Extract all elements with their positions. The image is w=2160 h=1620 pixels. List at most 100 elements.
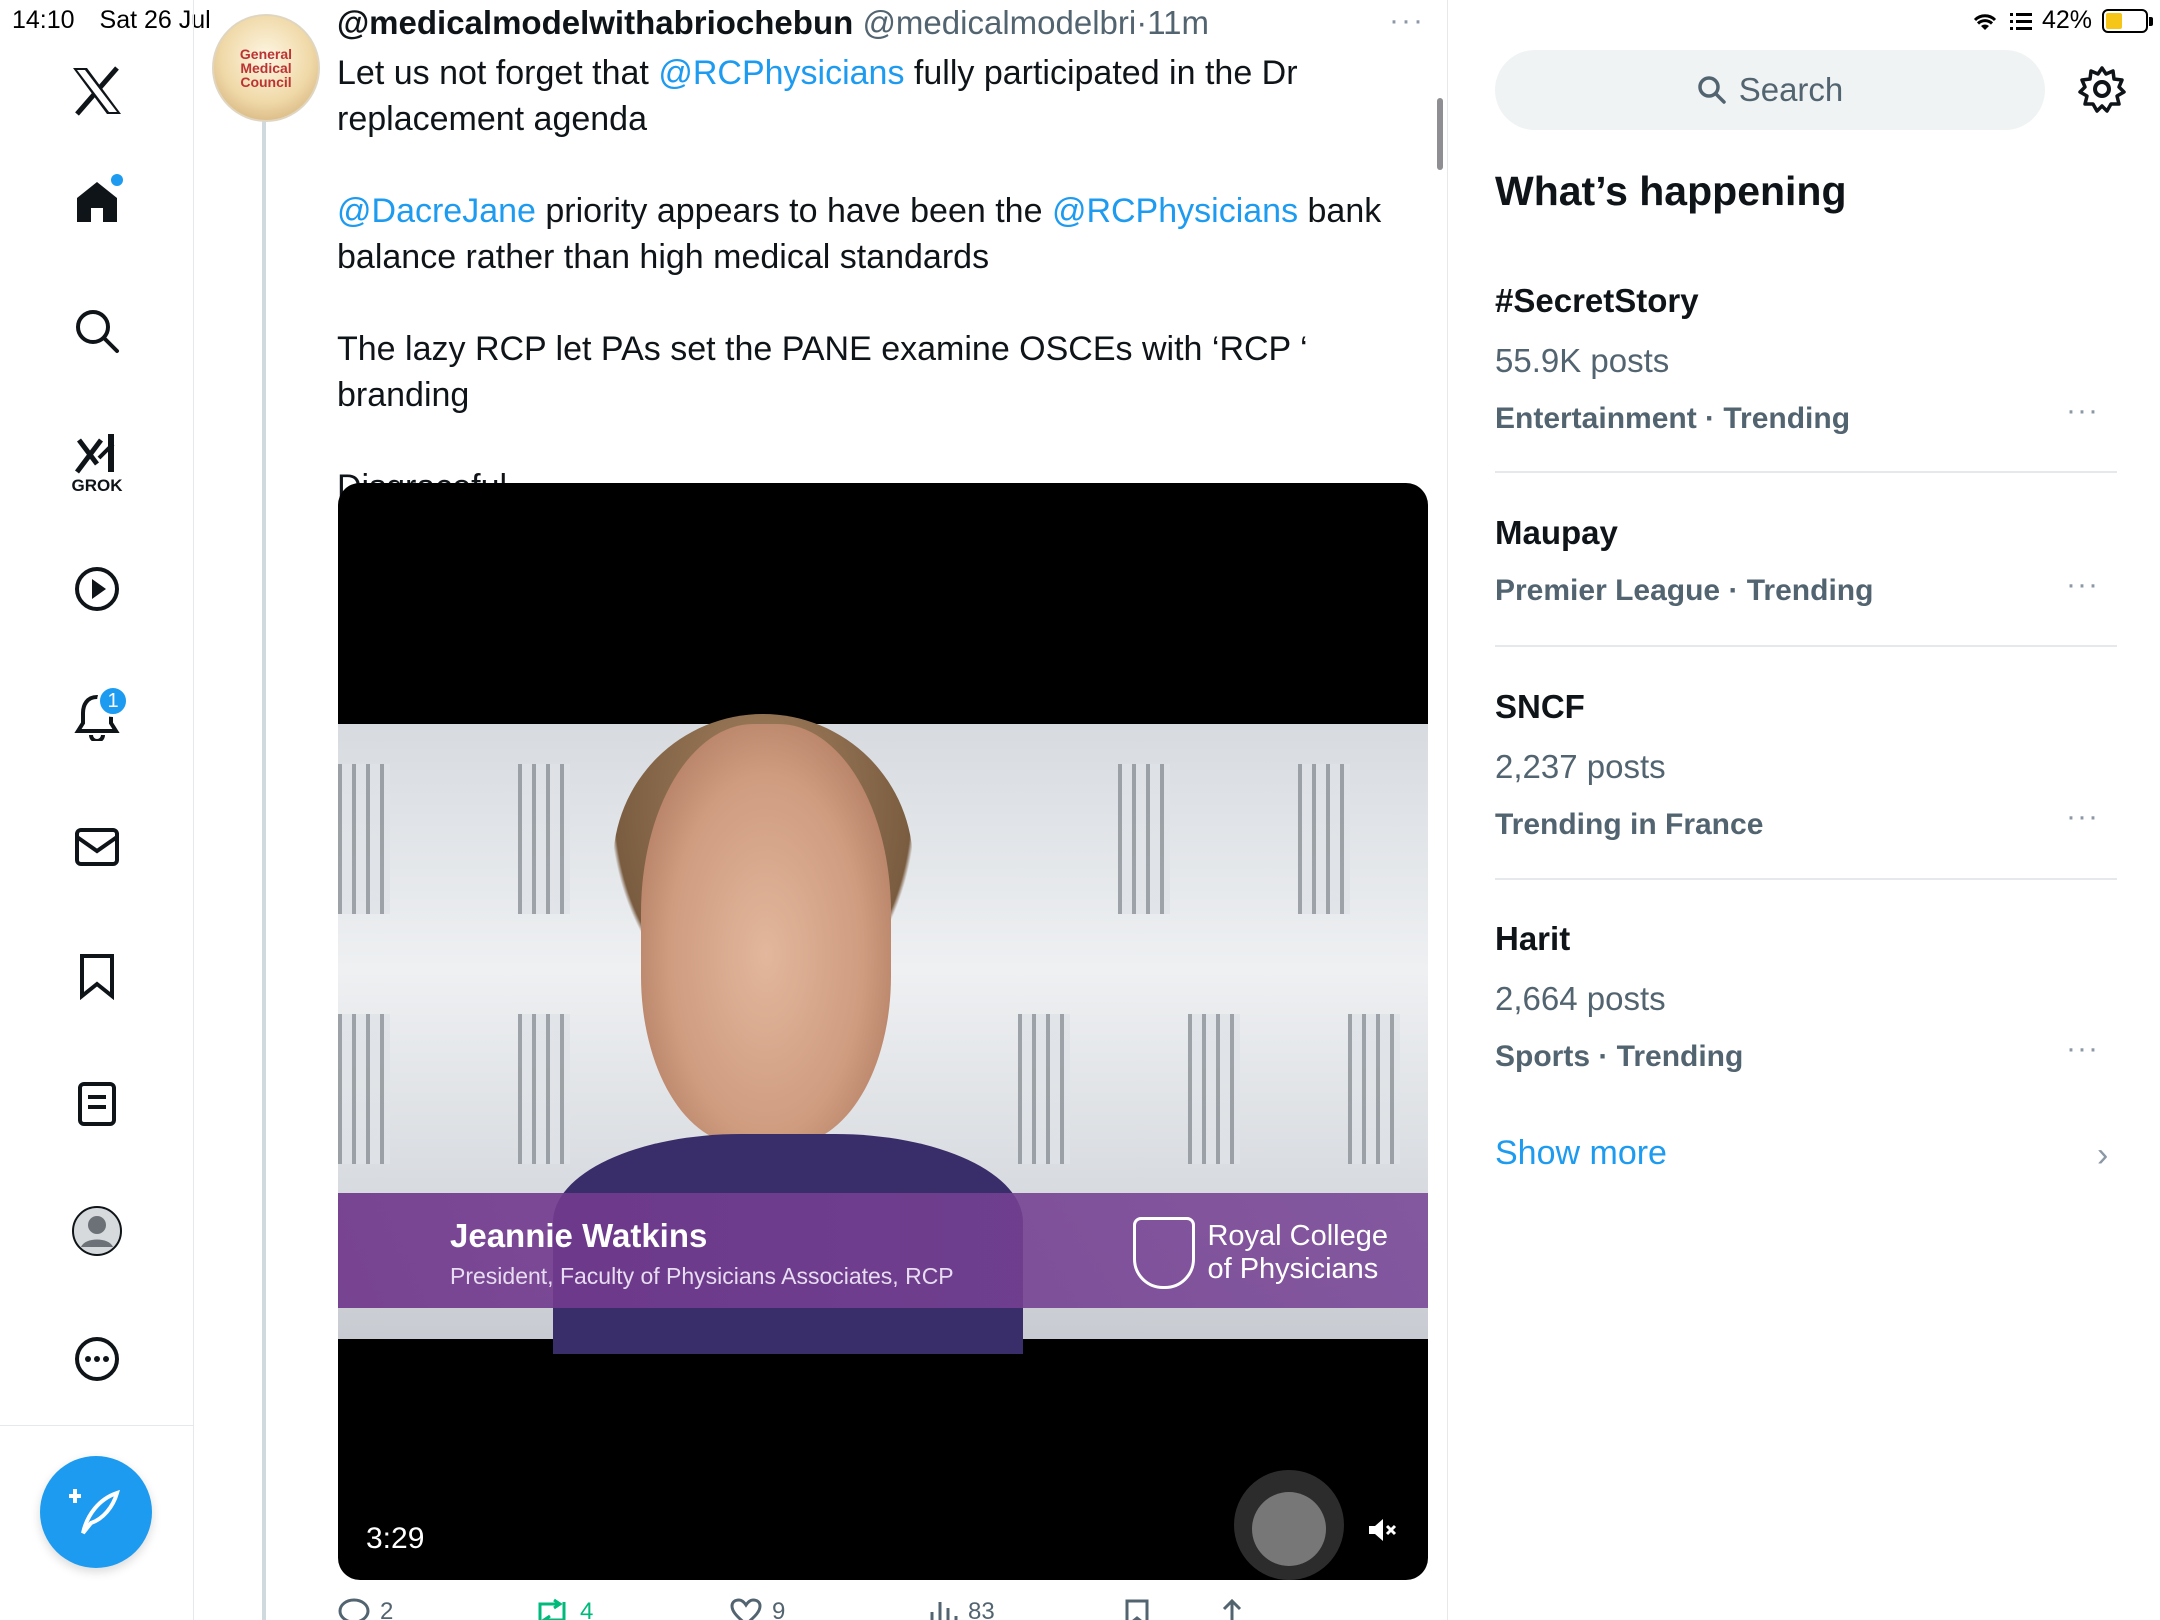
tweet-column: General Medical Council @medicalmodelwit… [195,0,1448,1620]
grok-label: GROK [71,476,123,495]
tweet-time[interactable]: 11m [1147,4,1209,41]
speaker-name: Jeannie Watkins [450,1217,708,1254]
trend-name: SNCF [1495,688,1585,725]
trend-more-button[interactable]: ··· [2066,1032,2099,1066]
tweet-paragraph: @DacreJane priority appears to have been… [337,188,1437,280]
repost-button[interactable]: 4 [534,1598,593,1620]
tweet-header: @medicalmodelwithabriochebun @medicalmod… [337,4,1209,42]
avatar-text: General Medical Council [239,46,293,90]
trend-item[interactable]: SNCF 2,237 posts Trending in France ··· [1495,688,2117,842]
text-span: Let us not forget that [337,54,659,92]
speaker-role: President, Faculty of Physicians Associa… [450,1263,954,1289]
tweet-paragraph: The lazy RCP let PAs set the PANE examin… [337,330,1308,414]
crest-icon [1133,1217,1196,1289]
like-button[interactable]: 9 [730,1598,785,1620]
mention-link[interactable]: @RCPhysicians [658,54,904,92]
search-input[interactable]: Search [1495,50,2045,130]
speaker-muted-icon [1369,1519,1397,1541]
tweet-actions: 2 4 9 83 [338,1598,1338,1620]
tweet-more-button[interactable]: ··· [1389,4,1425,38]
text-span: priority appears to have been the [535,192,1052,230]
lists-icon[interactable] [61,1068,133,1140]
scrollbar[interactable] [1437,98,1443,170]
building-window [338,1014,390,1164]
trend-category: Premier League · Trending [1495,574,1874,607]
like-count: 9 [772,1598,786,1620]
logo-line-2: of Physicians [1207,1253,1379,1285]
trend-more-button[interactable]: ··· [2066,394,2099,428]
mention-link[interactable]: @DacreJane [337,192,536,230]
trend-item[interactable]: #SecretStory 55.9K posts Entertainment ·… [1495,282,2117,436]
building-window [1018,1014,1070,1164]
logo-line-1: Royal College [1207,1220,1388,1252]
share-icon [1222,1598,1242,1620]
settings-button[interactable] [2077,64,2127,114]
more-circle-icon[interactable] [61,1323,133,1395]
bookmark-action-button[interactable] [1124,1598,1150,1620]
notification-badge: 1 [97,685,129,717]
separator: · [1136,4,1148,41]
trend-more-button[interactable]: ··· [2066,568,2099,602]
avatar[interactable]: General Medical Council [212,14,320,122]
reply-icon [338,1598,370,1620]
video-player[interactable]: Jeannie Watkins President, Faculty of Ph… [338,483,1428,1580]
share-button[interactable] [1218,1598,1246,1620]
search-placeholder: Search [1738,71,1844,108]
search-icon [1697,76,1726,104]
gear-icon [2078,66,2126,113]
bookmark-icon[interactable] [61,940,133,1012]
views-icon [930,1602,958,1620]
trend-more-button[interactable]: ··· [2066,800,2099,834]
chevron-right-icon[interactable]: › [2097,1136,2108,1175]
repost-count: 4 [580,1598,594,1620]
rcp-logo: Royal College of Physicians [1133,1217,1388,1289]
video-frame: Jeannie Watkins President, Faculty of Ph… [338,714,1428,1354]
reply-button[interactable]: 2 [338,1598,393,1620]
views-button[interactable]: 83 [928,1598,995,1620]
bell-icon[interactable]: 1 [61,681,133,753]
face [641,724,891,1144]
trend-divider [1495,645,2117,647]
trend-posts: 2,237 posts [1495,748,1666,785]
tweet-body: Let us not forget that @RCPhysicians ful… [337,50,1437,556]
right-sidebar: Search What’s happening #SecretStory 55.… [1449,0,2160,1620]
trend-name: #SecretStory [1495,282,1699,319]
trend-item[interactable]: Maupay Premier League · Trending ··· [1495,514,2117,608]
building-window [1348,1014,1400,1164]
user-handle[interactable]: @medicalmodelbri [862,4,1136,41]
display-name[interactable]: @medicalmodelwithabriochebun [337,4,853,41]
profile-icon[interactable] [61,1195,133,1267]
trend-item[interactable]: Harit 2,664 posts Sports · Trending ··· [1495,920,2117,1074]
repost-icon [538,1598,566,1620]
search-nav-icon[interactable] [61,295,133,367]
grok-icon[interactable]: GROK [61,424,133,500]
mail-icon[interactable] [61,811,133,883]
home-notification-dot [111,174,123,186]
thread-line [262,118,266,1620]
scrub-knob[interactable] [1252,1492,1326,1566]
mention-link[interactable]: @RCPhysicians [1052,192,1298,230]
trend-category: Trending in France [1495,808,1764,841]
trend-divider [1495,471,2117,473]
show-more-link[interactable]: Show more [1495,1134,1667,1173]
trend-name: Harit [1495,920,1571,957]
left-nav: GROK 1 [0,0,194,1620]
x-logo-icon[interactable] [61,55,133,127]
trend-posts: 2,664 posts [1495,980,1666,1017]
trend-posts: 55.9K posts [1495,342,1670,379]
video-play-icon[interactable] [61,553,133,625]
home-icon[interactable] [61,166,133,238]
building-window [1298,764,1350,914]
lower-third-banner: Jeannie Watkins President, Faculty of Ph… [338,1193,1428,1308]
compose-post-icon [69,1489,120,1535]
views-count: 83 [968,1598,995,1620]
whats-happening-title: What’s happening [1495,168,1847,214]
nav-divider [0,1425,194,1426]
building-window [1118,764,1170,914]
video-duration: 3:29 [366,1522,425,1555]
building-window [1188,1014,1240,1164]
compose-post-button[interactable] [40,1456,152,1568]
tweet-paragraph: Let us not forget that @RCPhysicians ful… [337,50,1437,142]
trend-category: Sports · Trending [1495,1040,1744,1073]
mute-button[interactable] [1362,1510,1402,1550]
